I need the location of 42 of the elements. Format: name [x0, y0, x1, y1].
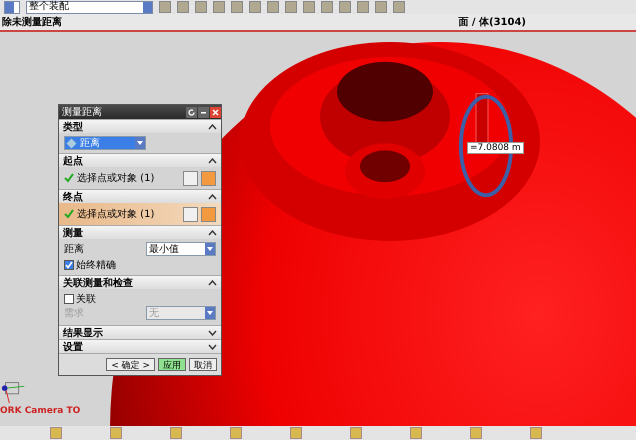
collapse-chevron-icon[interactable]: [208, 158, 217, 164]
section-title: 设置: [63, 340, 83, 354]
type-dropdown[interactable]: 距离: [64, 136, 146, 150]
dialog-button[interactable]: 取消: [189, 358, 217, 371]
section-title: 结果显示: [63, 326, 103, 340]
always-exact-checkbox[interactable]: 始终精确: [64, 258, 216, 272]
section-title: 类型: [63, 120, 83, 134]
view-label: ORK Camera TO: [0, 406, 80, 416]
reset-icon[interactable]: [186, 106, 197, 118]
section-header[interactable]: 终点: [59, 189, 221, 203]
collapse-chevron-icon[interactable]: [208, 124, 217, 130]
checkbox-icon[interactable]: [64, 260, 74, 270]
close-icon[interactable]: [210, 106, 221, 118]
expand-chevron-icon[interactable]: [208, 344, 217, 350]
point-selection-row[interactable]: 选择点或对象 (1): [59, 203, 221, 225]
section-title: 终点: [63, 190, 83, 204]
section-header[interactable]: 起点: [59, 153, 221, 167]
field-label: 需求: [64, 306, 84, 320]
collapse-chevron-icon[interactable]: [208, 230, 217, 236]
checkmark-icon: [64, 173, 74, 183]
point-selection-row[interactable]: 选择点或对象 (1): [59, 167, 221, 189]
section-header[interactable]: 结果显示: [59, 325, 221, 339]
measurement-label: =7.0808 m: [467, 142, 524, 154]
dialog-button[interactable]: < 确定 >: [106, 358, 155, 371]
filter-dropdown[interactable]: [4, 0, 20, 14]
minimize-icon[interactable]: [198, 106, 209, 118]
selection-status: 面 / 体(3104): [458, 16, 526, 29]
status-prompt: 除未测量距离: [2, 15, 62, 29]
checkmark-icon: [64, 209, 74, 219]
section-title: 测量: [63, 226, 83, 240]
section-header[interactable]: 测量: [59, 225, 221, 239]
section-header[interactable]: 类型: [59, 119, 221, 133]
section-title: 起点: [63, 154, 83, 168]
assembly-dropdown[interactable]: 整个装配: [26, 0, 153, 14]
collapse-chevron-icon[interactable]: [208, 194, 217, 200]
section-title: 关联测量和检查: [63, 276, 133, 290]
dialog-button[interactable]: 应用: [158, 358, 186, 371]
dialog-title: 测量距离: [62, 106, 102, 119]
distance-dropdown[interactable]: 最小值: [146, 242, 216, 256]
field-label: 距离: [64, 242, 84, 256]
section-header[interactable]: 设置: [59, 339, 221, 353]
expand-chevron-icon[interactable]: [208, 330, 217, 336]
